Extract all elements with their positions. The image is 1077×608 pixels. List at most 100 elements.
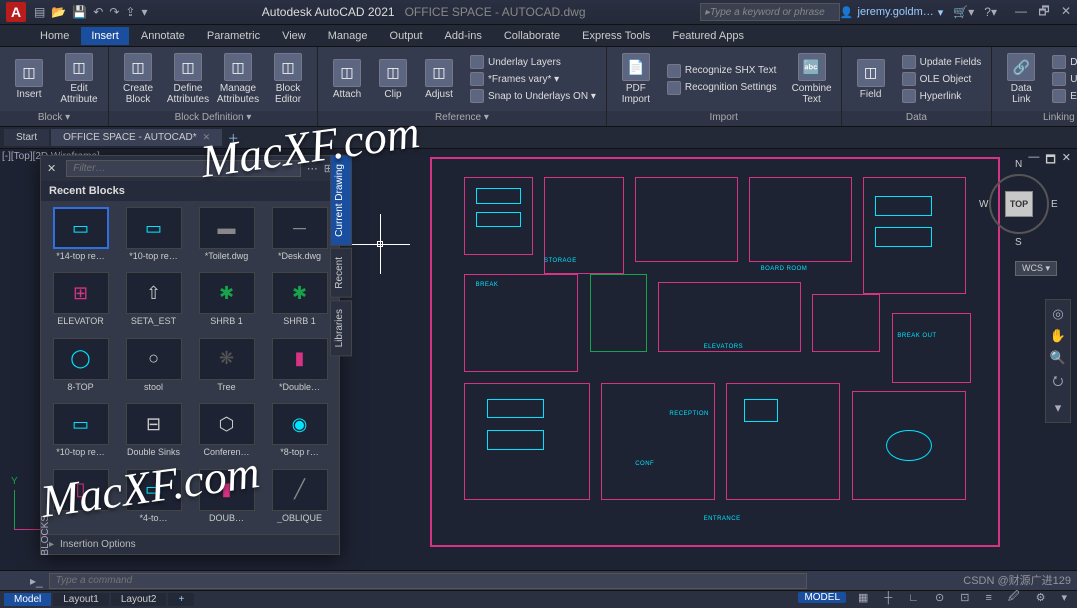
qat-undo-icon[interactable]: ↶ (93, 5, 103, 19)
block-item[interactable]: ╱_OBLIQUE (264, 467, 335, 530)
combine-text-button[interactable]: 🔤Combine Text (789, 51, 835, 107)
nav-wheel-icon[interactable]: ◎ (1052, 306, 1063, 322)
blocks-filter-input[interactable] (66, 160, 301, 177)
tab-manage[interactable]: Manage (318, 27, 378, 45)
layout-tab-layout2[interactable]: Layout2 (111, 593, 167, 606)
vp-close-icon[interactable]: ✕ (1062, 151, 1071, 170)
ortho-icon[interactable]: ∟ (904, 592, 923, 604)
palette-tab-current-drawing[interactable]: Current Drawing (330, 155, 352, 246)
palette-tab-recent[interactable]: Recent (330, 248, 352, 298)
command-input[interactable] (49, 573, 807, 589)
osnap-icon[interactable]: ⊡ (956, 591, 973, 604)
viewcube[interactable]: TOP N S E W (979, 159, 1059, 249)
block-item[interactable]: ⇧SETA_EST (118, 270, 189, 333)
grid-icon[interactable]: ▦ (854, 591, 872, 604)
status-model-button[interactable]: MODEL (798, 592, 846, 603)
qat-redo-icon[interactable]: ↷ (109, 5, 119, 19)
edit-attribute-button[interactable]: ◫EditAttribute (56, 51, 102, 107)
wcs-dropdown[interactable]: WCS ▾ (1015, 261, 1057, 276)
close-button[interactable]: ✕ (1061, 4, 1071, 18)
nav-pan-icon[interactable]: ✋ (1050, 328, 1066, 344)
lwt-icon[interactable]: ≡ (981, 592, 995, 604)
snap-icon[interactable]: ┼ (880, 592, 896, 604)
user-menu[interactable]: 👤 jeremy.goldm… ▾ (840, 6, 943, 19)
tab-view[interactable]: View (272, 27, 316, 45)
download-from-source-button[interactable]: Download from Source (1048, 54, 1077, 70)
pdf-import-button[interactable]: 📄PDFImport (613, 51, 659, 107)
clip-button[interactable]: ◫Clip (370, 57, 416, 102)
manage-attributes-button[interactable]: ◫ManageAttributes (215, 51, 261, 107)
tab-home[interactable]: Home (30, 27, 79, 45)
block-item[interactable]: ▯ (45, 467, 116, 530)
tab-insert[interactable]: Insert (81, 27, 129, 45)
restore-button[interactable]: 🗗 (1038, 4, 1049, 18)
palette-close-icon[interactable]: ✕ (47, 162, 56, 175)
blocks-browse-icon[interactable]: ⋯ (307, 162, 318, 175)
block-item[interactable]: ▭*4-to… (118, 467, 189, 530)
block-item[interactable]: ▮DOUB… (191, 467, 262, 530)
hyperlink-button[interactable]: Hyperlink (898, 88, 986, 104)
help-search[interactable]: ▸ Type a keyword or phrase (700, 3, 840, 21)
add-tab-button[interactable]: ＋ (224, 129, 242, 147)
block-item[interactable]: ▭*10-top re… (118, 205, 189, 268)
create-block-button[interactable]: ◫CreateBlock (115, 51, 161, 107)
anno-icon[interactable]: 🖉 (1004, 588, 1024, 607)
upload-to-source-button[interactable]: Upload to Source (1048, 71, 1077, 87)
minimize-button[interactable]: — (1015, 4, 1027, 18)
layout-tab-model[interactable]: Model (4, 593, 51, 606)
extract-data-button[interactable]: Extract Data (1048, 88, 1077, 104)
snap-to-underlays-on--button[interactable]: Snap to Underlays ON ▾ (466, 88, 600, 104)
block-editor-button[interactable]: ◫BlockEditor (265, 51, 311, 107)
insertion-options[interactable]: ▸Insertion Options (41, 534, 339, 554)
tab-annotate[interactable]: Annotate (131, 27, 195, 45)
block-item[interactable]: ─*Desk.dwg (264, 205, 335, 268)
tab-start[interactable]: Start (4, 129, 49, 146)
-frames-vary--button[interactable]: *Frames vary* ▾ (466, 71, 600, 87)
block-item[interactable]: ▭*10-top re… (45, 401, 116, 464)
block-item[interactable]: ◉*8-top r… (264, 401, 335, 464)
block-item[interactable]: ✱SHRB 1 (191, 270, 262, 333)
adjust-button[interactable]: ◫Adjust (416, 57, 462, 102)
tab-parametric[interactable]: Parametric (197, 27, 270, 45)
block-item[interactable]: ▭*14-top re… (45, 205, 116, 268)
recognize-shx-text-button[interactable]: Recognize SHX Text (663, 63, 781, 79)
status-more-icon[interactable]: ▾ (1057, 591, 1071, 604)
qat-share-icon[interactable]: ⇪ (125, 5, 135, 19)
add-layout-button[interactable]: + (168, 593, 194, 606)
polar-icon[interactable]: ⊙ (931, 591, 948, 604)
tab-drawing[interactable]: OFFICE SPACE - AUTOCAD*✕ (51, 129, 222, 146)
app-logo[interactable]: A (6, 2, 26, 22)
cart-icon[interactable]: 🛒▾ (953, 5, 974, 19)
data-link-button[interactable]: 🔗DataLink (998, 51, 1044, 107)
field-button[interactable]: ◫Field (848, 57, 894, 102)
tab-collaborate[interactable]: Collaborate (494, 27, 570, 45)
block-item[interactable]: ⊟Double Sinks (118, 401, 189, 464)
block-item[interactable]: ▬*Toilet.dwg (191, 205, 262, 268)
close-icon[interactable]: ✕ (203, 132, 211, 143)
qat-open-icon[interactable]: 📂 (51, 5, 66, 19)
ole-object-button[interactable]: OLE Object (898, 71, 986, 87)
block-item[interactable]: ▮*Double… (264, 336, 335, 399)
block-item[interactable]: ◯8-TOP (45, 336, 116, 399)
help-icon[interactable]: ?▾ (984, 5, 997, 19)
block-item[interactable]: ⬡Conferen… (191, 401, 262, 464)
nav-more-icon[interactable]: ▾ (1055, 400, 1062, 416)
nav-zoom-icon[interactable]: 🔍 (1050, 350, 1066, 366)
define-attributes-button[interactable]: ◫DefineAttributes (165, 51, 211, 107)
cmd-prompt-icon[interactable]: ▸_ (30, 574, 43, 588)
tab-add-ins[interactable]: Add-ins (435, 27, 492, 45)
update-fields-button[interactable]: Update Fields (898, 54, 986, 70)
nav-orbit-icon[interactable]: ⭮ (1053, 372, 1064, 394)
tab-output[interactable]: Output (380, 27, 433, 45)
qat-menu-icon[interactable]: ▤ (34, 5, 45, 19)
block-item[interactable]: ⊞ELEVATOR (45, 270, 116, 333)
tab-featured-apps[interactable]: Featured Apps (662, 27, 754, 45)
qat-save-icon[interactable]: 💾 (72, 5, 87, 19)
block-item[interactable]: ○stool (118, 336, 189, 399)
insert-button[interactable]: ◫Insert (6, 57, 52, 102)
model-viewport[interactable]: [-][Top][2D Wireframe] —🗖✕ STORAGE BREAK… (0, 149, 1077, 570)
tab-express-tools[interactable]: Express Tools (572, 27, 660, 45)
underlay-layers-button[interactable]: Underlay Layers (466, 54, 600, 70)
attach-button[interactable]: ◫Attach (324, 57, 370, 102)
palette-tab-libraries[interactable]: Libraries (330, 300, 352, 356)
